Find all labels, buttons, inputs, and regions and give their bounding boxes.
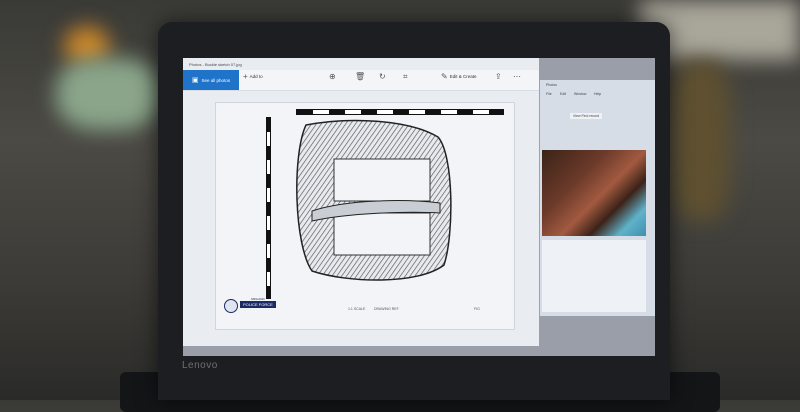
crop-icon: ⌗: [403, 72, 408, 81]
green-bowl: [56, 58, 160, 130]
see-all-photos-button[interactable]: ▣ See all photos: [183, 70, 239, 90]
photo-thumbnail: [542, 150, 646, 236]
secondary-tab[interactable]: View Find record: [570, 113, 603, 119]
buckle-opening-top: [333, 158, 431, 202]
share-button[interactable]: ⇪: [495, 72, 502, 81]
add-to-label: Add to: [249, 74, 263, 79]
more-button[interactable]: ⋯: [513, 72, 521, 81]
photos-window: Photos - Buckle sketch 07.jpg ▣ See all …: [183, 58, 539, 346]
police-badge: MIDLAND POLICE FORCE: [240, 297, 276, 308]
police-crest: [224, 299, 238, 313]
secondary-window-title: Photos: [546, 83, 557, 87]
photos-icon: ▣: [191, 77, 199, 84]
secondary-menu-help[interactable]: Help: [594, 92, 601, 96]
laptop-brand: Lenovo: [182, 360, 218, 371]
secondary-menu-edit[interactable]: Edit: [560, 92, 566, 96]
rotate-button[interactable]: ↻: [379, 72, 386, 81]
laptop-screen: Photos File Edit Window Help View Find r…: [183, 58, 655, 356]
scale-bar-vertical: [266, 117, 271, 299]
chair-back: [672, 60, 730, 220]
secondary-panel: [542, 240, 646, 312]
badge-text: POLICE FORCE: [240, 301, 276, 308]
edit-create-label: Edit & Create: [449, 74, 477, 79]
zoom-button[interactable]: ⊕: [329, 72, 336, 81]
image-canvas: MIDLAND POLICE FORCE 1:1 SCALE DRAWING R…: [215, 102, 515, 330]
window-title: Photos - Buckle sketch 07.jpg: [189, 62, 242, 67]
delete-button[interactable]: 🗑: [355, 72, 365, 81]
buckle-opening-bottom: [333, 212, 431, 256]
share-icon: ⇪: [495, 72, 502, 81]
caption-left: 1:1 SCALE: [348, 307, 366, 311]
delete-icon: 🗑: [355, 72, 366, 81]
edit-icon: ✎: [441, 72, 448, 81]
zoom-icon: ⊕: [329, 72, 336, 81]
see-all-label: See all photos: [201, 77, 231, 83]
add-to-button[interactable]: + Add to: [243, 72, 263, 81]
secondary-menu-window[interactable]: Window: [574, 92, 586, 96]
secondary-menu-file[interactable]: File: [546, 92, 552, 96]
caption-right: FIG: [474, 307, 480, 311]
more-icon: ⋯: [513, 72, 521, 81]
caption-mid: DRAWING REF: [374, 307, 399, 311]
edit-create-button[interactable]: ✎ Edit & Create: [441, 72, 476, 81]
rotate-icon: ↻: [379, 72, 386, 81]
secondary-window[interactable]: Photos File Edit Window Help View Find r…: [539, 80, 655, 316]
buckle-drawing: [296, 119, 452, 281]
crop-button[interactable]: ⌗: [403, 72, 408, 82]
plus-icon: +: [243, 72, 248, 81]
